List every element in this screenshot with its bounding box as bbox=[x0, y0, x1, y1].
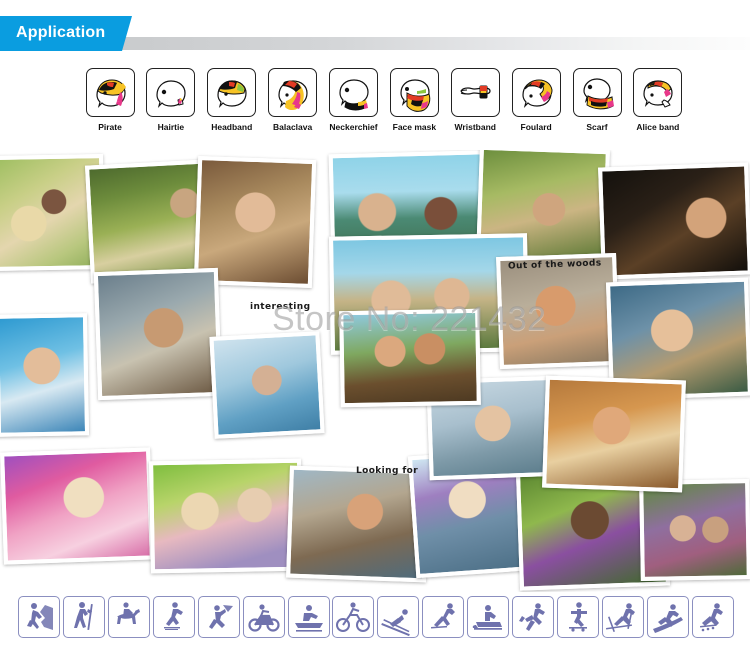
style-item-neckerchief[interactable]: Neckerchief bbox=[328, 68, 380, 140]
style-item-scarf[interactable]: Scarf bbox=[571, 68, 623, 140]
hiking-icon[interactable] bbox=[62, 596, 105, 638]
skateboarding-icon[interactable] bbox=[557, 596, 600, 638]
hand-wristband-icon bbox=[450, 68, 500, 117]
head-headband-icon bbox=[207, 68, 257, 117]
style-label: Hairtie bbox=[157, 122, 185, 132]
head-foulard-icon bbox=[511, 68, 561, 117]
tab-fold-decoration bbox=[122, 16, 132, 51]
snowmobiling-icon[interactable] bbox=[467, 596, 510, 638]
head-pirate-icon bbox=[85, 68, 135, 117]
collage-photo bbox=[149, 458, 303, 574]
application-tab-label: Application bbox=[16, 24, 106, 41]
horse-riding-icon[interactable] bbox=[107, 596, 150, 638]
sport-activity-icon-row bbox=[18, 596, 734, 640]
head-hairtie-icon bbox=[146, 68, 196, 117]
collage-photo bbox=[639, 479, 750, 581]
inline-skating-icon[interactable] bbox=[691, 596, 734, 638]
collage-photo bbox=[0, 447, 154, 565]
speed-skating-icon[interactable] bbox=[422, 596, 465, 638]
climbing-icon[interactable] bbox=[18, 596, 60, 638]
style-item-wristband[interactable]: Wristband bbox=[449, 68, 501, 140]
collage-photo bbox=[542, 375, 686, 493]
head-balaclava-icon bbox=[268, 68, 318, 117]
header-gray-band bbox=[120, 37, 750, 50]
motorcycling-icon[interactable] bbox=[242, 596, 285, 638]
head-scarf-icon bbox=[572, 68, 622, 117]
style-label: Alice band bbox=[636, 122, 680, 132]
cross-country-skiing-icon[interactable] bbox=[601, 596, 644, 638]
collage-photo bbox=[0, 313, 90, 437]
snowboarding-icon[interactable] bbox=[646, 596, 689, 638]
style-label: Balaclava bbox=[273, 122, 313, 132]
style-label: Wristband bbox=[454, 122, 496, 132]
style-item-face-mask[interactable]: Face mask bbox=[388, 68, 440, 140]
cycling-icon[interactable] bbox=[332, 596, 375, 638]
application-header: Application bbox=[0, 8, 750, 54]
head-facemask-icon bbox=[389, 68, 439, 117]
style-item-alice-band[interactable]: Alice band bbox=[632, 68, 684, 140]
collage-photo bbox=[286, 465, 430, 583]
style-item-foulard[interactable]: Foulard bbox=[510, 68, 562, 140]
style-label: Face mask bbox=[392, 122, 437, 132]
style-item-headband[interactable]: Headband bbox=[206, 68, 258, 140]
style-label: Pirate bbox=[98, 122, 122, 132]
running-icon[interactable] bbox=[512, 596, 555, 638]
style-item-balaclava[interactable]: Balaclava bbox=[267, 68, 319, 140]
style-label: Headband bbox=[211, 122, 253, 132]
head-neckerchief-icon bbox=[329, 68, 378, 117]
skiing-downhill-icon[interactable] bbox=[377, 596, 420, 638]
rowing-icon[interactable] bbox=[287, 596, 330, 638]
style-item-hairtie[interactable]: Hairtie bbox=[145, 68, 197, 140]
product-photo-collage: interesting Out of the woods Looking for bbox=[0, 150, 750, 592]
style-label: Foulard bbox=[520, 122, 552, 132]
wearing-style-icon-row: Pirate Hairtie Headband Balaclava Necker… bbox=[84, 68, 684, 140]
collage-photo bbox=[598, 162, 750, 280]
style-item-pirate[interactable]: Pirate bbox=[84, 68, 136, 140]
caption-looking-for: Looking for bbox=[356, 466, 419, 476]
kite-surfing-icon[interactable] bbox=[197, 596, 240, 638]
store-watermark: Store No: 221432 bbox=[272, 300, 547, 338]
ice-skating-icon[interactable] bbox=[152, 596, 195, 638]
head-aliceband-icon bbox=[633, 68, 683, 117]
style-label: Neckerchief bbox=[329, 122, 378, 132]
collage-photo bbox=[209, 331, 325, 439]
style-label: Scarf bbox=[586, 122, 608, 132]
collage-photo bbox=[93, 267, 223, 401]
